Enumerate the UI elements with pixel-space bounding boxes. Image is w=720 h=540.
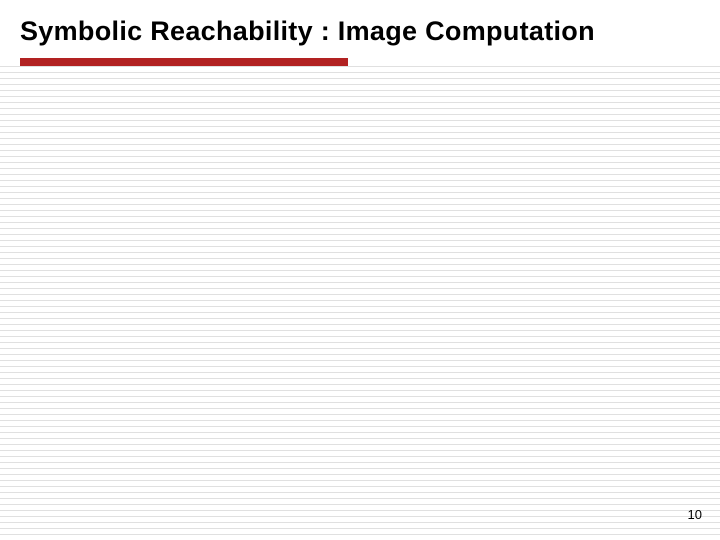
lined-background — [0, 66, 720, 540]
slide-title: Symbolic Reachability : Image Computatio… — [20, 16, 595, 47]
title-underline — [20, 58, 348, 66]
page-number: 10 — [688, 507, 702, 522]
slide-container: Symbolic Reachability : Image Computatio… — [0, 0, 720, 540]
